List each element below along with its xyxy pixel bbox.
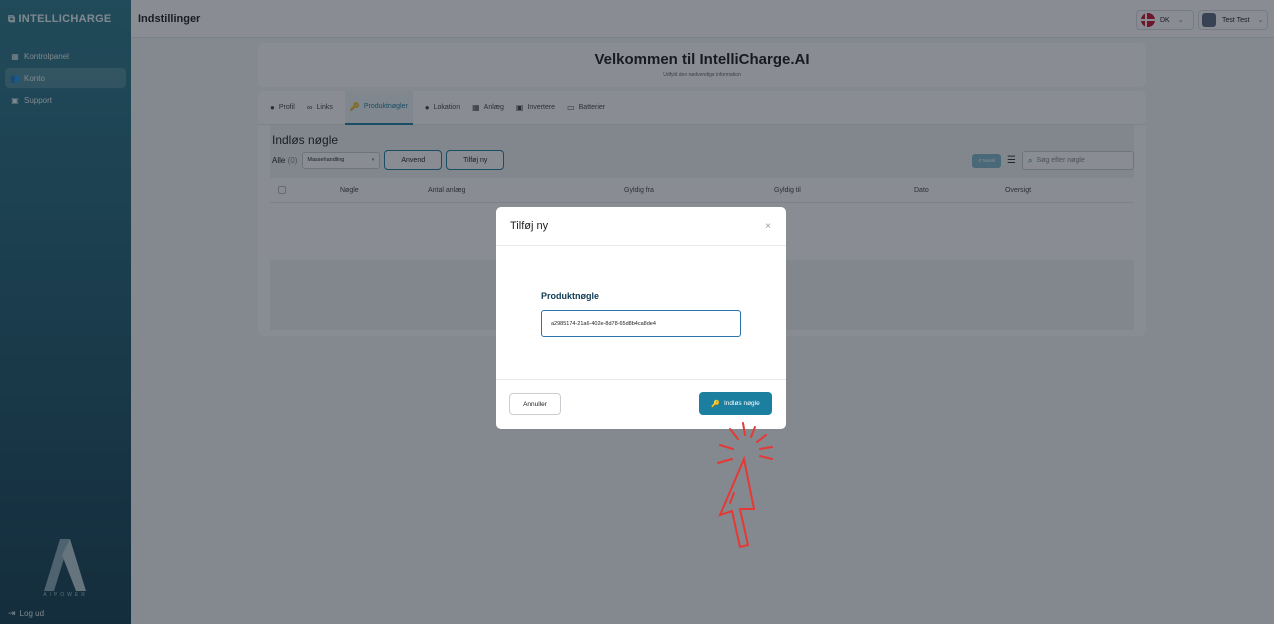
redeem-key-label: Indløs nøgle (723, 400, 760, 407)
annotation-arrow-icon (717, 422, 773, 549)
cancel-button[interactable]: Annuller (509, 393, 561, 415)
modal-title: Tilføj ny (510, 220, 549, 232)
product-key-input[interactable]: a2985174-21a6-402e-8d78-65d8b4ca8de4 (541, 310, 741, 337)
key-icon: 🔑 (711, 400, 720, 408)
modal-header: Tilføj ny × (496, 207, 786, 246)
add-key-modal: Tilføj ny × Produktnøgle a2985174-21a6-4… (496, 207, 786, 429)
redeem-key-button[interactable]: 🔑 Indløs nøgle (699, 392, 772, 415)
product-key-value: a2985174-21a6-402e-8d78-65d8b4ca8de4 (551, 320, 656, 327)
close-icon[interactable]: × (765, 221, 771, 232)
product-key-label: Produktnøgle (541, 291, 599, 301)
